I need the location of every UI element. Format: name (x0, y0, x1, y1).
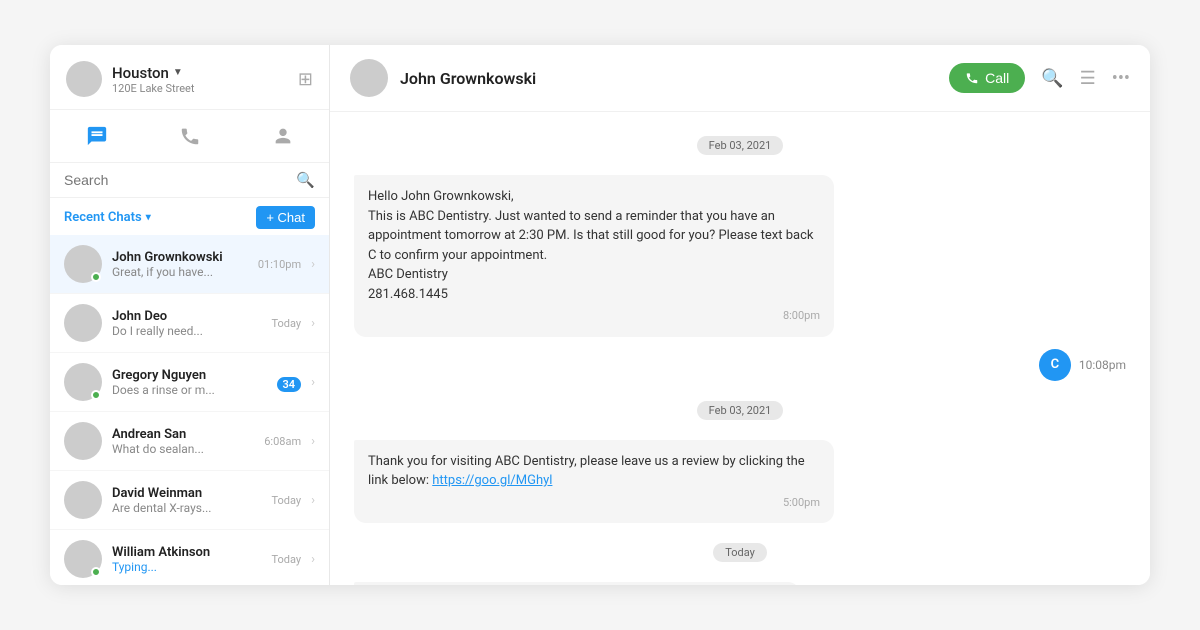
chat-header: John Grownkowski Call 🔍 ☰ ••• (330, 45, 1150, 112)
filter-icon[interactable]: ☰ (1080, 68, 1096, 89)
chat-list-item[interactable]: David WeinmanAre dental X-rays... Today › (50, 471, 329, 530)
chat-time: Today (271, 494, 301, 507)
search-icon: 🔍 (296, 171, 315, 189)
avatar (64, 363, 102, 401)
chat-preview: Are dental X-rays... (112, 501, 261, 515)
chevron-right-icon: › (311, 434, 315, 449)
header-actions: Call 🔍 ☰ ••• (949, 63, 1130, 93)
chevron-down-icon: ▾ (146, 212, 151, 223)
chevron-right-icon: › (311, 257, 315, 272)
avatar (64, 245, 102, 283)
message-bubble-incoming: Hi, just checking in on your pain levels… (354, 582, 800, 585)
chat-name: John Deo (112, 309, 261, 324)
chat-time: 6:08am (264, 435, 301, 448)
recent-chats-dropdown[interactable]: Recent Chats ▾ (64, 210, 151, 225)
more-icon[interactable]: ••• (1112, 68, 1130, 89)
chevron-right-icon: › (311, 552, 315, 567)
chat-name: John Grownkowski (112, 250, 248, 265)
message-bubble-incoming: Hello John Grownkowski, This is ABC Dent… (354, 175, 834, 337)
chat-preview: Does a rinse or m... (112, 383, 267, 397)
chat-header-name: John Grownkowski (400, 69, 937, 88)
location-info: Houston ▼ 120E Lake Street (66, 61, 194, 97)
online-indicator (91, 390, 101, 400)
date-divider: Feb 03, 2021 (354, 401, 1126, 420)
message-link[interactable]: https://goo.gl/MGhyl (432, 473, 552, 488)
sidebar-header: Houston ▼ 120E Lake Street ⊞ (50, 45, 329, 110)
online-indicator (91, 567, 101, 577)
message-row: Thank you for visiting ABC Dentistry, pl… (354, 440, 1126, 524)
chat-list-item[interactable]: John DeoDo I really need... Today › (50, 294, 329, 353)
call-button[interactable]: Call (949, 63, 1025, 93)
chevron-right-icon: › (311, 493, 315, 508)
chat-list-item[interactable]: John GrownkowskiGreat, if you have... 01:… (50, 235, 329, 294)
tab-chat[interactable] (67, 118, 127, 154)
chat-time: 01:10pm (258, 258, 301, 271)
chat-preview: What do sealan... (112, 442, 254, 456)
chat-main: John Grownkowski Call 🔍 ☰ ••• Feb 03, 20… (330, 45, 1150, 585)
search-icon[interactable]: 🔍 (1041, 68, 1063, 89)
message-row-outgoing-c: C 10:08pm (1039, 349, 1126, 381)
chat-preview: Typing... (112, 560, 261, 574)
search-input[interactable] (64, 172, 288, 188)
tab-phone[interactable] (160, 118, 220, 154)
grid-icon[interactable]: ⊞ (298, 69, 313, 90)
chat-name: Gregory Nguyen (112, 368, 267, 383)
date-badge: Feb 03, 2021 (697, 401, 784, 420)
recent-chats-header: Recent Chats ▾ + Chat (50, 198, 329, 235)
date-badge: Feb 03, 2021 (697, 136, 784, 155)
chat-list-item[interactable]: Gregory NguyenDoes a rinse or m... 34 › (50, 353, 329, 412)
chat-name: David Weinman (112, 486, 261, 501)
chevron-right-icon: › (311, 316, 315, 331)
chat-header-avatar (350, 59, 388, 97)
chat-time: Today (271, 317, 301, 330)
location-text: Houston ▼ 120E Lake Street (112, 64, 194, 95)
unread-badge: 34 (277, 377, 302, 392)
chevron-right-icon: › (311, 375, 315, 390)
new-chat-button[interactable]: + Chat (256, 206, 315, 229)
chat-list-item[interactable]: William AtkinsonTyping... Today › (50, 530, 329, 585)
location-address: 120E Lake Street (112, 82, 194, 95)
avatar (64, 540, 102, 578)
date-badge: Today (713, 543, 767, 562)
location-name[interactable]: Houston ▼ (112, 64, 194, 82)
date-divider: Feb 03, 2021 (354, 136, 1126, 155)
message-row: Hello John Grownkowski, This is ABC Dent… (354, 175, 1126, 337)
chat-time: Today (271, 553, 301, 566)
chevron-down-icon: ▼ (173, 67, 183, 78)
message-bubble-outgoing: C (1039, 349, 1071, 381)
avatar (64, 422, 102, 460)
chat-name: Andrean San (112, 427, 254, 442)
search-bar: 🔍 (50, 163, 329, 198)
date-divider: Today (354, 543, 1126, 562)
chat-messages: Feb 03, 2021 Hello John Grownkowski, This… (330, 112, 1150, 585)
location-avatar (66, 61, 102, 97)
online-indicator (91, 272, 101, 282)
message-time: 5:00pm (368, 495, 820, 512)
chat-list-item[interactable]: Andrean SanWhat do sealan... 6:08am › (50, 412, 329, 471)
message-bubble-incoming: Thank you for visiting ABC Dentistry, pl… (354, 440, 834, 524)
message-time: 10:08pm (1079, 358, 1126, 372)
sidebar-tabs (50, 110, 329, 163)
message-row: Hi, just checking in on your pain levels… (354, 582, 1126, 585)
chat-preview: Great, if you have... (112, 265, 248, 279)
message-time: 8:00pm (368, 308, 820, 325)
avatar (64, 304, 102, 342)
avatar (64, 481, 102, 519)
sidebar: Houston ▼ 120E Lake Street ⊞ 🔍 (50, 45, 330, 585)
chat-preview: Do I really need... (112, 324, 261, 338)
chat-list: John GrownkowskiGreat, if you have... 01:… (50, 235, 329, 585)
tab-contacts[interactable] (253, 118, 313, 154)
chat-name: William Atkinson (112, 545, 261, 560)
